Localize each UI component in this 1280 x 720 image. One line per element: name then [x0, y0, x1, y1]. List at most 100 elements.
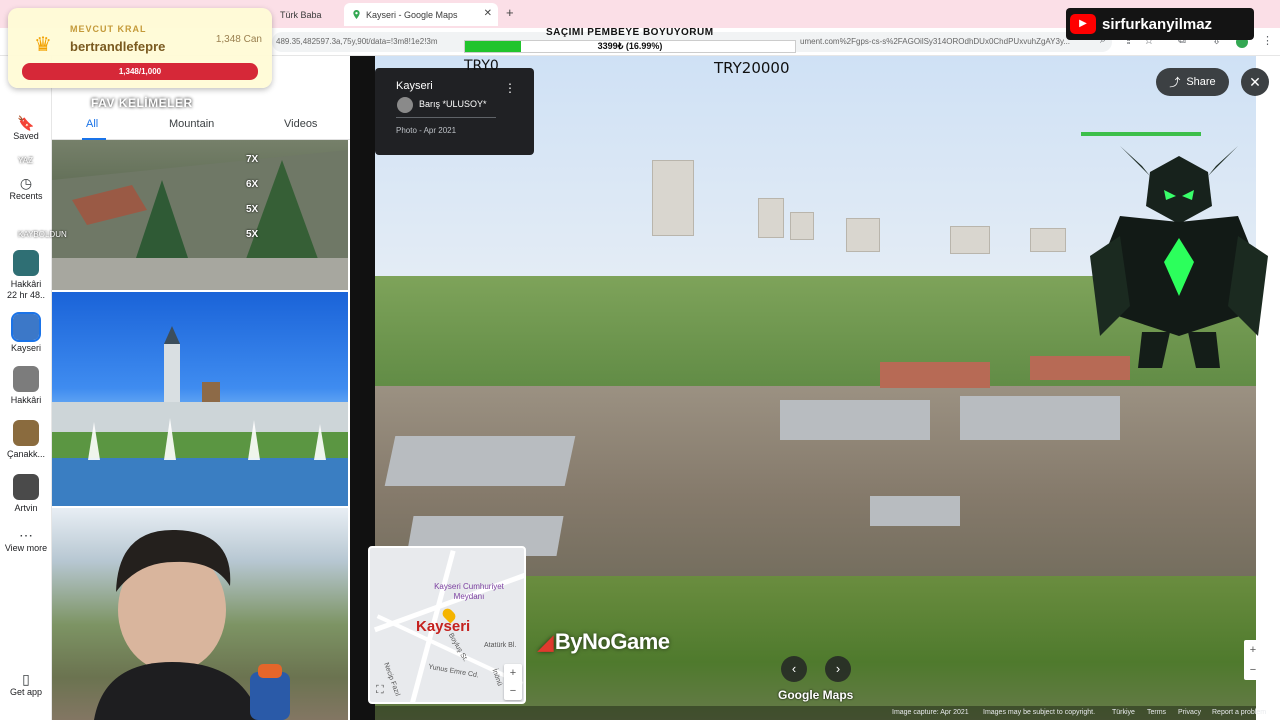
king-label: MEVCUT KRAL — [70, 24, 147, 34]
apartment-tower — [950, 226, 990, 254]
recent-place-item[interactable]: Hakkâri 22 hr 48.. — [2, 250, 50, 301]
minimap-zoom-control[interactable]: + − — [504, 664, 522, 700]
armored-monster-mascot — [1090, 146, 1268, 368]
url-text-tail: ument.com%2Fgps-cs-s%2FAGOilSy314OROdhDU… — [800, 37, 1071, 46]
get-app-label: Get app — [9, 687, 43, 697]
more-options-icon[interactable]: ⋮ — [504, 81, 516, 95]
recents-button[interactable]: ◷ Recents — [2, 175, 50, 202]
overlay-word: KAYBOLDUN — [18, 230, 67, 239]
place-thumbnail — [13, 474, 39, 500]
apartment-tower — [652, 160, 694, 236]
view-more-label: View more — [4, 543, 48, 553]
donation-goal-title: SAÇIMI PEMBEYE BOYUYORUM — [546, 27, 714, 38]
recent-place-item[interactable]: Hakkâri — [2, 366, 50, 406]
history-icon: ◷ — [19, 175, 33, 191]
minimap[interactable]: Kayseri Cumhuriyet Meydanı Kayseri Atatü… — [368, 546, 526, 704]
donation-goal-text: 3399₺ (16.99%) — [597, 41, 663, 51]
apartment-tower — [790, 212, 814, 240]
monster-health-bar — [1081, 132, 1201, 136]
donation-goal-bar: 3399₺ (16.99%) — [464, 40, 796, 53]
browser-menu-icon[interactable]: ⋮ — [1262, 34, 1273, 47]
browser-tab[interactable]: Türk Baba — [272, 3, 342, 26]
photo-info-card: Kayseri ⋮ Barış *ULUSOY* Photo - Apr 202… — [375, 68, 534, 155]
tab-title: Kayseri - Google Maps — [366, 9, 458, 20]
recent-place-label: Artvin — [14, 503, 38, 513]
fav-words-title: FAV KELİMELER — [91, 96, 193, 110]
tab-mountain[interactable]: Mountain — [169, 118, 214, 130]
recent-place-item[interactable]: Artvin — [2, 474, 50, 514]
saved-button[interactable]: 🔖 Saved — [2, 115, 50, 142]
share-icon: ⤴ — [1169, 77, 1181, 89]
get-app-button[interactable]: ▯ Get app — [2, 671, 50, 698]
photo-tabs: All Mountain Videos — [52, 112, 350, 140]
tab-videos[interactable]: Videos — [284, 118, 317, 130]
red-rooftop — [880, 362, 990, 388]
rooftop — [384, 436, 576, 486]
rooftop — [870, 496, 960, 526]
street-view-zoom-control[interactable]: + − — [1244, 640, 1262, 680]
image-capture-date: Image capture: Apr 2021 — [892, 709, 969, 716]
street-label: Necip Fazıl — [382, 661, 401, 698]
url-text: 489.35,482597.3a,75y,90t/data=!3m8!1e2!3… — [276, 37, 438, 46]
share-button[interactable]: ⤴ Share — [1156, 68, 1229, 96]
place-thumbnail — [11, 312, 41, 342]
king-username: bertrandlefepre — [70, 39, 166, 54]
author-name[interactable]: Barış *ULUSOY* — [419, 99, 487, 109]
close-icon[interactable]: ✕ — [1241, 68, 1269, 96]
google-maps-logo: Google Maps — [778, 688, 854, 702]
view-more-button[interactable]: ⋯ View more — [2, 527, 50, 554]
screen: Türk Baba Kayseri - Google Maps ✕ + 489.… — [0, 0, 1280, 720]
photo-thumbnail[interactable] — [52, 140, 348, 290]
king-amount: 1,348 Can — [215, 34, 262, 45]
close-tab-icon[interactable]: ✕ — [484, 8, 492, 19]
place-title[interactable]: Kayseri — [396, 80, 433, 92]
king-progress-text: 1,348/1,000 — [118, 67, 162, 76]
street-label: Yunus Emre Cd. — [427, 663, 480, 680]
tab-all[interactable]: All — [86, 118, 98, 130]
copyright-note: Images may be subject to copyright. — [983, 709, 1096, 716]
combo-multiplier: 6X — [246, 179, 259, 190]
place-thumbnail — [13, 250, 39, 276]
expand-map-icon[interactable]: ⛶ — [376, 684, 384, 697]
next-photo-arrow[interactable]: › — [825, 656, 851, 682]
youtube-play-icon: ▶ — [1070, 14, 1096, 34]
city-label: Kayseri — [416, 618, 471, 635]
king-progress-bar: 1,348/1,000 — [22, 63, 258, 80]
previous-photo-arrow[interactable]: ‹ — [781, 656, 807, 682]
goal-start-label: TRY0 — [464, 58, 499, 74]
recent-place-sub: 22 hr 48.. — [6, 290, 46, 300]
new-tab-icon[interactable]: + — [506, 5, 514, 20]
place-thumbnail — [13, 366, 39, 392]
street-label: Atatürk Bl. — [484, 642, 517, 649]
webcam-feed — [54, 522, 298, 720]
combo-multiplier: 5X — [246, 204, 259, 215]
recent-place-label: Hakkâri — [10, 279, 42, 289]
browser-tab-active[interactable]: Kayseri - Google Maps ✕ — [344, 3, 498, 26]
bookmark-icon: 🔖 — [17, 115, 35, 131]
channel-name: sirfurkanyilmaz — [1102, 15, 1213, 33]
privacy-link[interactable]: Privacy — [1178, 709, 1201, 716]
report-problem-link[interactable]: Report a problem — [1212, 709, 1266, 716]
photo-thumbnail[interactable] — [52, 292, 348, 506]
recent-place-label: Hakkâri — [10, 395, 42, 405]
poi-label: Kayseri Cumhuriyet Meydanı — [434, 582, 504, 601]
apartment-tower — [846, 218, 880, 252]
rooftop — [960, 396, 1120, 440]
goal-end-label: TRY20000 — [714, 59, 790, 77]
recent-place-item[interactable]: Çanakk... — [2, 420, 50, 460]
tab-title: Türk Baba — [280, 9, 322, 20]
place-thumbnail — [13, 420, 39, 446]
combo-multiplier: 7X — [246, 154, 259, 165]
terms-link[interactable]: Terms — [1147, 709, 1166, 716]
overlay-word: YAZ — [18, 156, 33, 165]
region-label[interactable]: Türkiye — [1112, 709, 1135, 716]
divider — [396, 117, 496, 118]
sponsor-logo: ◢ByNoGame — [538, 629, 670, 655]
recent-place-item[interactable]: Kayseri — [2, 312, 50, 354]
phone-icon: ▯ — [22, 671, 30, 687]
author-avatar — [397, 97, 413, 113]
photo-date: Photo - Apr 2021 — [396, 126, 457, 135]
apartment-tower — [1030, 228, 1066, 252]
more-dots-icon: ⋯ — [19, 527, 33, 543]
crown-icon: ♛ — [34, 34, 52, 56]
